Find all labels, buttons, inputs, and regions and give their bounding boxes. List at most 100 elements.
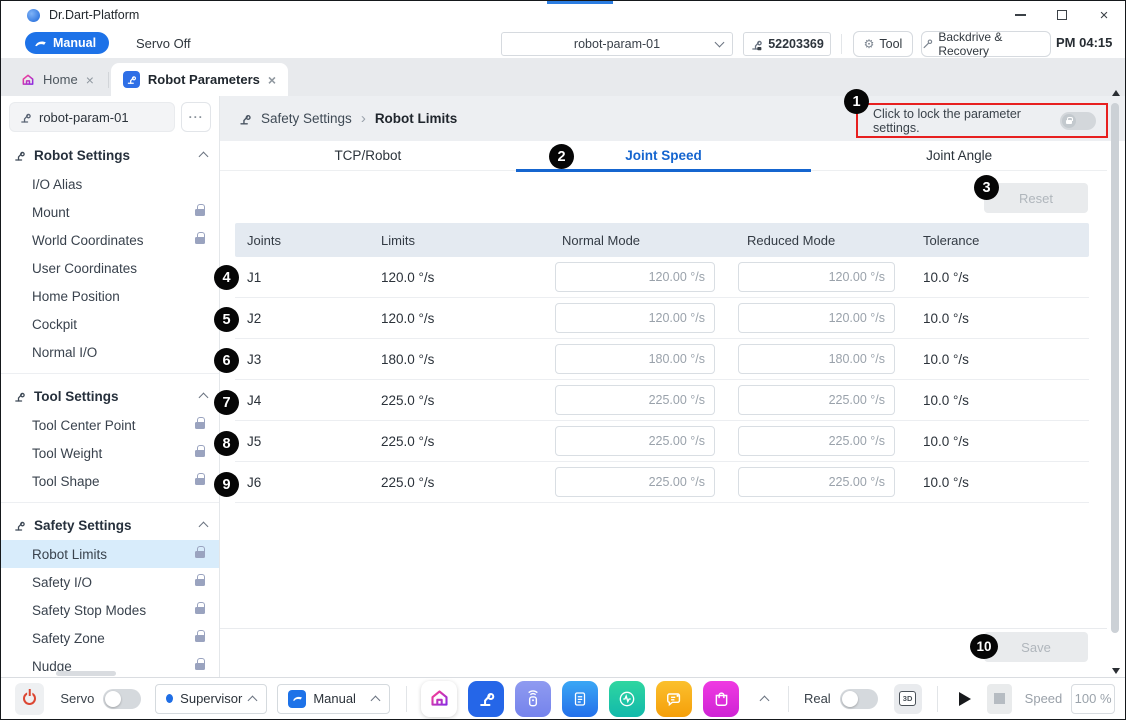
lock-icon — [195, 579, 205, 586]
group-header-safety-settings[interactable]: Safety Settings — [1, 510, 219, 540]
param-name-box[interactable]: robot-param-01 — [9, 102, 175, 132]
sidebar-item-tool-shape[interactable]: Tool Shape — [1, 467, 219, 495]
joint-label: J3 — [235, 352, 357, 367]
parameter-lock-toggle[interactable] — [1060, 112, 1096, 130]
close-icon[interactable]: × — [268, 73, 276, 87]
table-row-j2: J2 120.0 °/s 10.0 °/s — [235, 298, 1089, 339]
annotation-badge-5: 5 — [214, 307, 239, 332]
backdrive-recovery-button[interactable]: Backdrive & Recovery — [921, 31, 1051, 57]
annotation-badge-9: 9 — [214, 472, 239, 497]
j3-normal-mode-input[interactable] — [555, 344, 715, 374]
sidebar: robot-param-01 ··· Robot Settings I/O Al… — [1, 96, 220, 677]
j4-normal-mode-input[interactable] — [555, 385, 715, 415]
tab-label: Joint Speed — [625, 148, 702, 163]
sidebar-item-home-position[interactable]: Home Position — [1, 282, 219, 310]
tab-robot-parameters-label: Robot Parameters — [148, 72, 260, 87]
j1-reduced-mode-input[interactable] — [738, 262, 895, 292]
manual-mode-button[interactable]: Manual — [25, 32, 109, 54]
limits-tab-strip: TCP/Robot Joint Speed Joint Angle — [220, 141, 1107, 171]
sidebar-item-safety-zone[interactable]: Safety Zone — [1, 624, 219, 652]
sidebar-item-world-coordinates[interactable]: World Coordinates — [1, 226, 219, 254]
more-options-button[interactable]: ··· — [181, 102, 211, 132]
nav-group-safety-settings: Safety Settings Robot Limits Safety I/O … — [1, 510, 219, 687]
tab-tcp-robot[interactable]: TCP/Robot — [220, 141, 516, 170]
store-app-icon[interactable] — [703, 681, 739, 717]
sidebar-item-safety-io[interactable]: Safety I/O — [1, 568, 219, 596]
message-app-icon[interactable] — [656, 681, 692, 717]
tolerance-value: 10.0 °/s — [921, 475, 1089, 490]
j2-reduced-mode-input[interactable] — [738, 303, 895, 333]
sidebar-item-mount[interactable]: Mount — [1, 198, 219, 226]
wrench-icon — [922, 38, 933, 50]
table-row-j1: J1 120.0 °/s 10.0 °/s — [235, 257, 1089, 298]
j3-reduced-mode-input[interactable] — [738, 344, 895, 374]
reset-button[interactable]: Reset — [984, 183, 1088, 213]
minimize-button[interactable] — [999, 1, 1041, 29]
servo-toggle[interactable] — [103, 689, 141, 709]
teach-pendant-app-icon[interactable] — [515, 681, 551, 717]
tool-button[interactable]: ⚙ Tool — [853, 31, 913, 57]
real-mode-toggle[interactable] — [840, 689, 878, 709]
role-select[interactable]: Supervisor — [155, 684, 267, 714]
maximize-button[interactable] — [1041, 1, 1083, 29]
breadcrumb-page: Robot Limits — [375, 111, 458, 126]
table-row-j6: J6 225.0 °/s 10.0 °/s — [235, 462, 1089, 503]
app-dock — [421, 681, 739, 717]
chevron-up-icon — [371, 695, 381, 705]
sidebar-item-tool-center-point[interactable]: Tool Center Point — [1, 411, 219, 439]
manual-hand-icon — [34, 37, 47, 50]
item-label: Safety Stop Modes — [32, 603, 146, 618]
sidebar-item-normal-io[interactable]: Normal I/O — [1, 338, 219, 366]
group-header-tool-settings[interactable]: Tool Settings — [1, 381, 219, 411]
j5-reduced-mode-input[interactable] — [738, 426, 895, 456]
robot-icon — [13, 149, 26, 162]
j6-normal-mode-input[interactable] — [555, 467, 715, 497]
sidebar-item-io-alias[interactable]: I/O Alias — [1, 170, 219, 198]
sidebar-item-cockpit[interactable]: Cockpit — [1, 310, 219, 338]
sidebar-horizontal-scrollbar[interactable] — [56, 671, 116, 676]
lock-icon — [195, 607, 205, 614]
dock-collapse-chevron-icon[interactable] — [760, 695, 770, 705]
close-icon: × — [1100, 7, 1109, 24]
stop-button[interactable] — [987, 684, 1012, 714]
scroll-up-icon[interactable] — [1112, 90, 1120, 96]
breadcrumb-section[interactable]: Safety Settings — [261, 111, 352, 126]
main-vertical-scrollbar[interactable] — [1110, 90, 1122, 674]
j5-normal-mode-input[interactable] — [555, 426, 715, 456]
j6-reduced-mode-input[interactable] — [738, 467, 895, 497]
tab-home[interactable]: Home × — [9, 63, 106, 96]
view-3d-button[interactable]: 3D — [894, 684, 922, 714]
sidebar-item-user-coordinates[interactable]: User Coordinates — [1, 254, 219, 282]
sidebar-item-robot-limits[interactable]: Robot Limits — [1, 540, 219, 568]
robot-params-app-icon[interactable] — [468, 681, 504, 717]
lock-icon — [195, 551, 205, 558]
table-row-j5: J5 225.0 °/s 10.0 °/s — [235, 421, 1089, 462]
limit-value: 180.0 °/s — [357, 352, 555, 367]
close-button[interactable]: × — [1083, 1, 1125, 29]
tab-joint-angle[interactable]: Joint Angle — [811, 141, 1107, 170]
monitoring-app-icon[interactable] — [609, 681, 645, 717]
home-app-icon[interactable] — [421, 681, 457, 717]
j4-reduced-mode-input[interactable] — [738, 385, 895, 415]
sidebar-item-tool-weight[interactable]: Tool Weight — [1, 439, 219, 467]
operation-mode-select[interactable]: Manual — [277, 684, 390, 714]
save-button[interactable]: Save — [984, 632, 1088, 662]
speed-value-box[interactable]: 100 % — [1071, 684, 1115, 714]
param-file-select[interactable]: robot-param-01 — [501, 32, 733, 56]
robot-serial-box[interactable]: 52203369 — [743, 32, 831, 56]
scroll-down-icon[interactable] — [1112, 668, 1120, 674]
scrollbar-thumb[interactable] — [1111, 103, 1119, 633]
close-icon[interactable]: × — [86, 73, 94, 87]
task-writer-app-icon[interactable] — [562, 681, 598, 717]
tab-robot-parameters[interactable]: Robot Parameters × — [111, 63, 288, 96]
group-header-robot-settings[interactable]: Robot Settings — [1, 140, 219, 170]
j1-normal-mode-input[interactable] — [555, 262, 715, 292]
j2-normal-mode-input[interactable] — [555, 303, 715, 333]
power-button[interactable] — [15, 683, 44, 715]
tab-home-label: Home — [43, 72, 78, 87]
parameter-lock-hint-text: Click to lock the parameter settings. — [873, 107, 1049, 135]
sidebar-item-safety-stop-modes[interactable]: Safety Stop Modes — [1, 596, 219, 624]
play-button[interactable] — [952, 684, 977, 714]
servo-label: Servo — [60, 691, 94, 706]
sidebar-header: robot-param-01 ··· — [1, 96, 219, 140]
